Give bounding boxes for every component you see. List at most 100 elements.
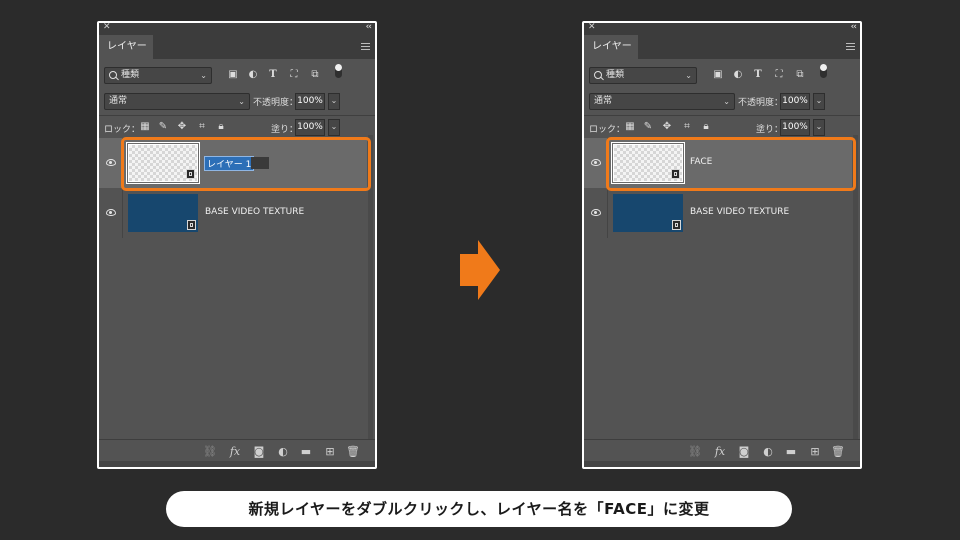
- panel-menu-icon[interactable]: [361, 43, 370, 50]
- tab-layers[interactable]: レイヤー: [99, 35, 153, 59]
- collapse-icon[interactable]: ‹‹: [366, 23, 373, 32]
- new-layer-icon[interactable]: ⊞: [323, 445, 337, 459]
- lock-image-icon[interactable]: ✎: [157, 121, 169, 133]
- image-filter-icon[interactable]: ▣: [227, 69, 239, 81]
- layers-panel-after: ✕ ‹‹ レイヤー 種類 ⌄ ▣ ◐ T ⛶ ⧉ 通常 ⌄ 不透明度： 100%…: [582, 21, 862, 469]
- adjustment-filter-icon[interactable]: ◐: [247, 69, 259, 81]
- trash-icon[interactable]: 🗑︎: [831, 445, 845, 459]
- panel-menu-icon[interactable]: [846, 43, 855, 50]
- image-filter-icon[interactable]: ▣: [712, 69, 724, 81]
- lock-image-icon[interactable]: ✎: [642, 121, 654, 133]
- lock-transparent-icon[interactable]: ▦: [139, 121, 151, 133]
- smart-object-filter-icon[interactable]: ⧉: [794, 69, 806, 81]
- shape-filter-icon[interactable]: ⛶: [773, 69, 785, 81]
- trash-icon[interactable]: 🗑︎: [346, 445, 360, 459]
- layer-row-1[interactable]: FACE: [584, 138, 852, 188]
- layers-panel-before: ✕ ‹‹ レイヤー 種類 ⌄ ▣ ◐ T ⛶ ⧉ 通常 ⌄ 不透明度： 100%…: [97, 21, 377, 469]
- filter-toggle[interactable]: [335, 64, 342, 78]
- visibility-eye-icon[interactable]: [591, 209, 601, 216]
- adjustment-filter-icon[interactable]: ◐: [732, 69, 744, 81]
- visibility-eye-icon[interactable]: [591, 159, 601, 166]
- layer-name: BASE VIDEO TEXTURE: [690, 207, 790, 217]
- blend-row: 通常 ⌄ 不透明度： 100% ⌄: [99, 93, 375, 113]
- group-folder-icon[interactable]: ▬: [784, 445, 798, 459]
- filter-kind-value: 種類: [121, 70, 140, 80]
- opacity-dropdown-icon[interactable]: ⌄: [813, 93, 825, 110]
- layer-thumbnail: [613, 194, 683, 232]
- smart-object-badge-icon: [671, 169, 680, 179]
- layer-thumbnail: [126, 142, 200, 184]
- visibility-eye-icon[interactable]: [106, 209, 116, 216]
- fx-icon[interactable]: fx: [228, 445, 242, 459]
- layer-row-1[interactable]: レイヤー 1: [99, 138, 367, 188]
- layer-row-2[interactable]: BASE VIDEO TEXTURE: [99, 188, 367, 238]
- fill-dropdown-icon[interactable]: ⌄: [328, 119, 340, 136]
- mask-icon[interactable]: ◙: [737, 445, 751, 459]
- lock-artboard-icon[interactable]: ⌗: [681, 121, 693, 133]
- lock-position-icon[interactable]: ✥: [661, 121, 673, 133]
- lock-all-icon[interactable]: 🔒︎: [700, 121, 712, 133]
- blend-mode-value: 通常: [109, 96, 128, 106]
- smart-object-badge-icon: [672, 220, 681, 230]
- mask-icon[interactable]: ◙: [252, 445, 266, 459]
- opacity-input[interactable]: 100%: [780, 93, 810, 110]
- layers-list: FACE BASE VIDEO TEXTURE: [584, 135, 852, 441]
- lock-label: ロック：: [589, 125, 626, 135]
- chevron-down-icon: ⌄: [200, 71, 207, 80]
- filter-kind-select[interactable]: 種類 ⌄: [589, 67, 697, 84]
- opacity-input[interactable]: 100%: [295, 93, 325, 110]
- layer-thumbnail: [611, 142, 685, 184]
- panel-tabbar: レイヤー: [584, 35, 860, 59]
- lock-artboard-icon[interactable]: ⌗: [196, 121, 208, 133]
- panel-tabbar: レイヤー: [99, 35, 375, 59]
- fx-icon[interactable]: fx: [713, 445, 727, 459]
- visibility-eye-icon[interactable]: [106, 159, 116, 166]
- layer-thumbnail: [128, 194, 198, 232]
- link-icon[interactable]: ⛓: [688, 445, 702, 459]
- search-icon: [594, 71, 602, 79]
- layer-name-edit-field[interactable]: レイヤー 1: [203, 156, 255, 171]
- tab-layers[interactable]: レイヤー: [584, 35, 638, 59]
- lock-label: ロック：: [104, 125, 141, 135]
- panel-footer: ⛓ fx ◙ ◐ ▬ ⊞ 🗑︎: [99, 439, 375, 467]
- smart-object-filter-icon[interactable]: ⧉: [309, 69, 321, 81]
- filter-toggle[interactable]: [820, 64, 827, 78]
- group-folder-icon[interactable]: ▬: [299, 445, 313, 459]
- close-icon[interactable]: ✕: [588, 23, 596, 32]
- lock-transparent-icon[interactable]: ▦: [624, 121, 636, 133]
- fill-dropdown-icon[interactable]: ⌄: [813, 119, 825, 136]
- lock-position-icon[interactable]: ✥: [176, 121, 188, 133]
- blend-mode-select[interactable]: 通常 ⌄: [104, 93, 250, 110]
- fill-label: 塗り：: [271, 125, 299, 135]
- collapse-icon[interactable]: ‹‹: [851, 23, 858, 32]
- opacity-label: 不透明度：: [253, 98, 299, 108]
- layer-name: BASE VIDEO TEXTURE: [205, 207, 305, 217]
- panel-footer: ⛓ fx ◙ ◐ ▬ ⊞ 🗑︎: [584, 439, 860, 467]
- adjustment-icon[interactable]: ◐: [276, 445, 290, 459]
- layer-name: FACE: [690, 157, 713, 167]
- shape-filter-icon[interactable]: ⛶: [288, 69, 300, 81]
- new-layer-icon[interactable]: ⊞: [808, 445, 822, 459]
- scrollbar[interactable]: [853, 135, 858, 441]
- fill-input[interactable]: 100%: [295, 119, 325, 136]
- type-filter-icon[interactable]: T: [752, 69, 764, 81]
- fill-input[interactable]: 100%: [780, 119, 810, 136]
- blend-mode-select[interactable]: 通常 ⌄: [589, 93, 735, 110]
- layer-row-2[interactable]: BASE VIDEO TEXTURE: [584, 188, 852, 238]
- type-filter-icon[interactable]: T: [267, 69, 279, 81]
- opacity-label: 不透明度：: [738, 98, 784, 108]
- filter-kind-select[interactable]: 種類 ⌄: [104, 67, 212, 84]
- search-icon: [109, 71, 117, 79]
- opacity-dropdown-icon[interactable]: ⌄: [328, 93, 340, 110]
- blend-mode-value: 通常: [594, 96, 613, 106]
- panel-titlebar: ✕ ‹‹: [99, 23, 375, 35]
- link-icon[interactable]: ⛓: [203, 445, 217, 459]
- chevron-down-icon: ⌄: [238, 97, 245, 106]
- adjustment-icon[interactable]: ◐: [761, 445, 775, 459]
- close-icon[interactable]: ✕: [103, 23, 111, 32]
- scrollbar[interactable]: [368, 135, 373, 441]
- smart-object-badge-icon: [187, 220, 196, 230]
- blend-row: 通常 ⌄ 不透明度： 100% ⌄: [584, 93, 860, 113]
- edit-field-tail: [251, 157, 269, 169]
- lock-all-icon[interactable]: 🔒︎: [215, 121, 227, 133]
